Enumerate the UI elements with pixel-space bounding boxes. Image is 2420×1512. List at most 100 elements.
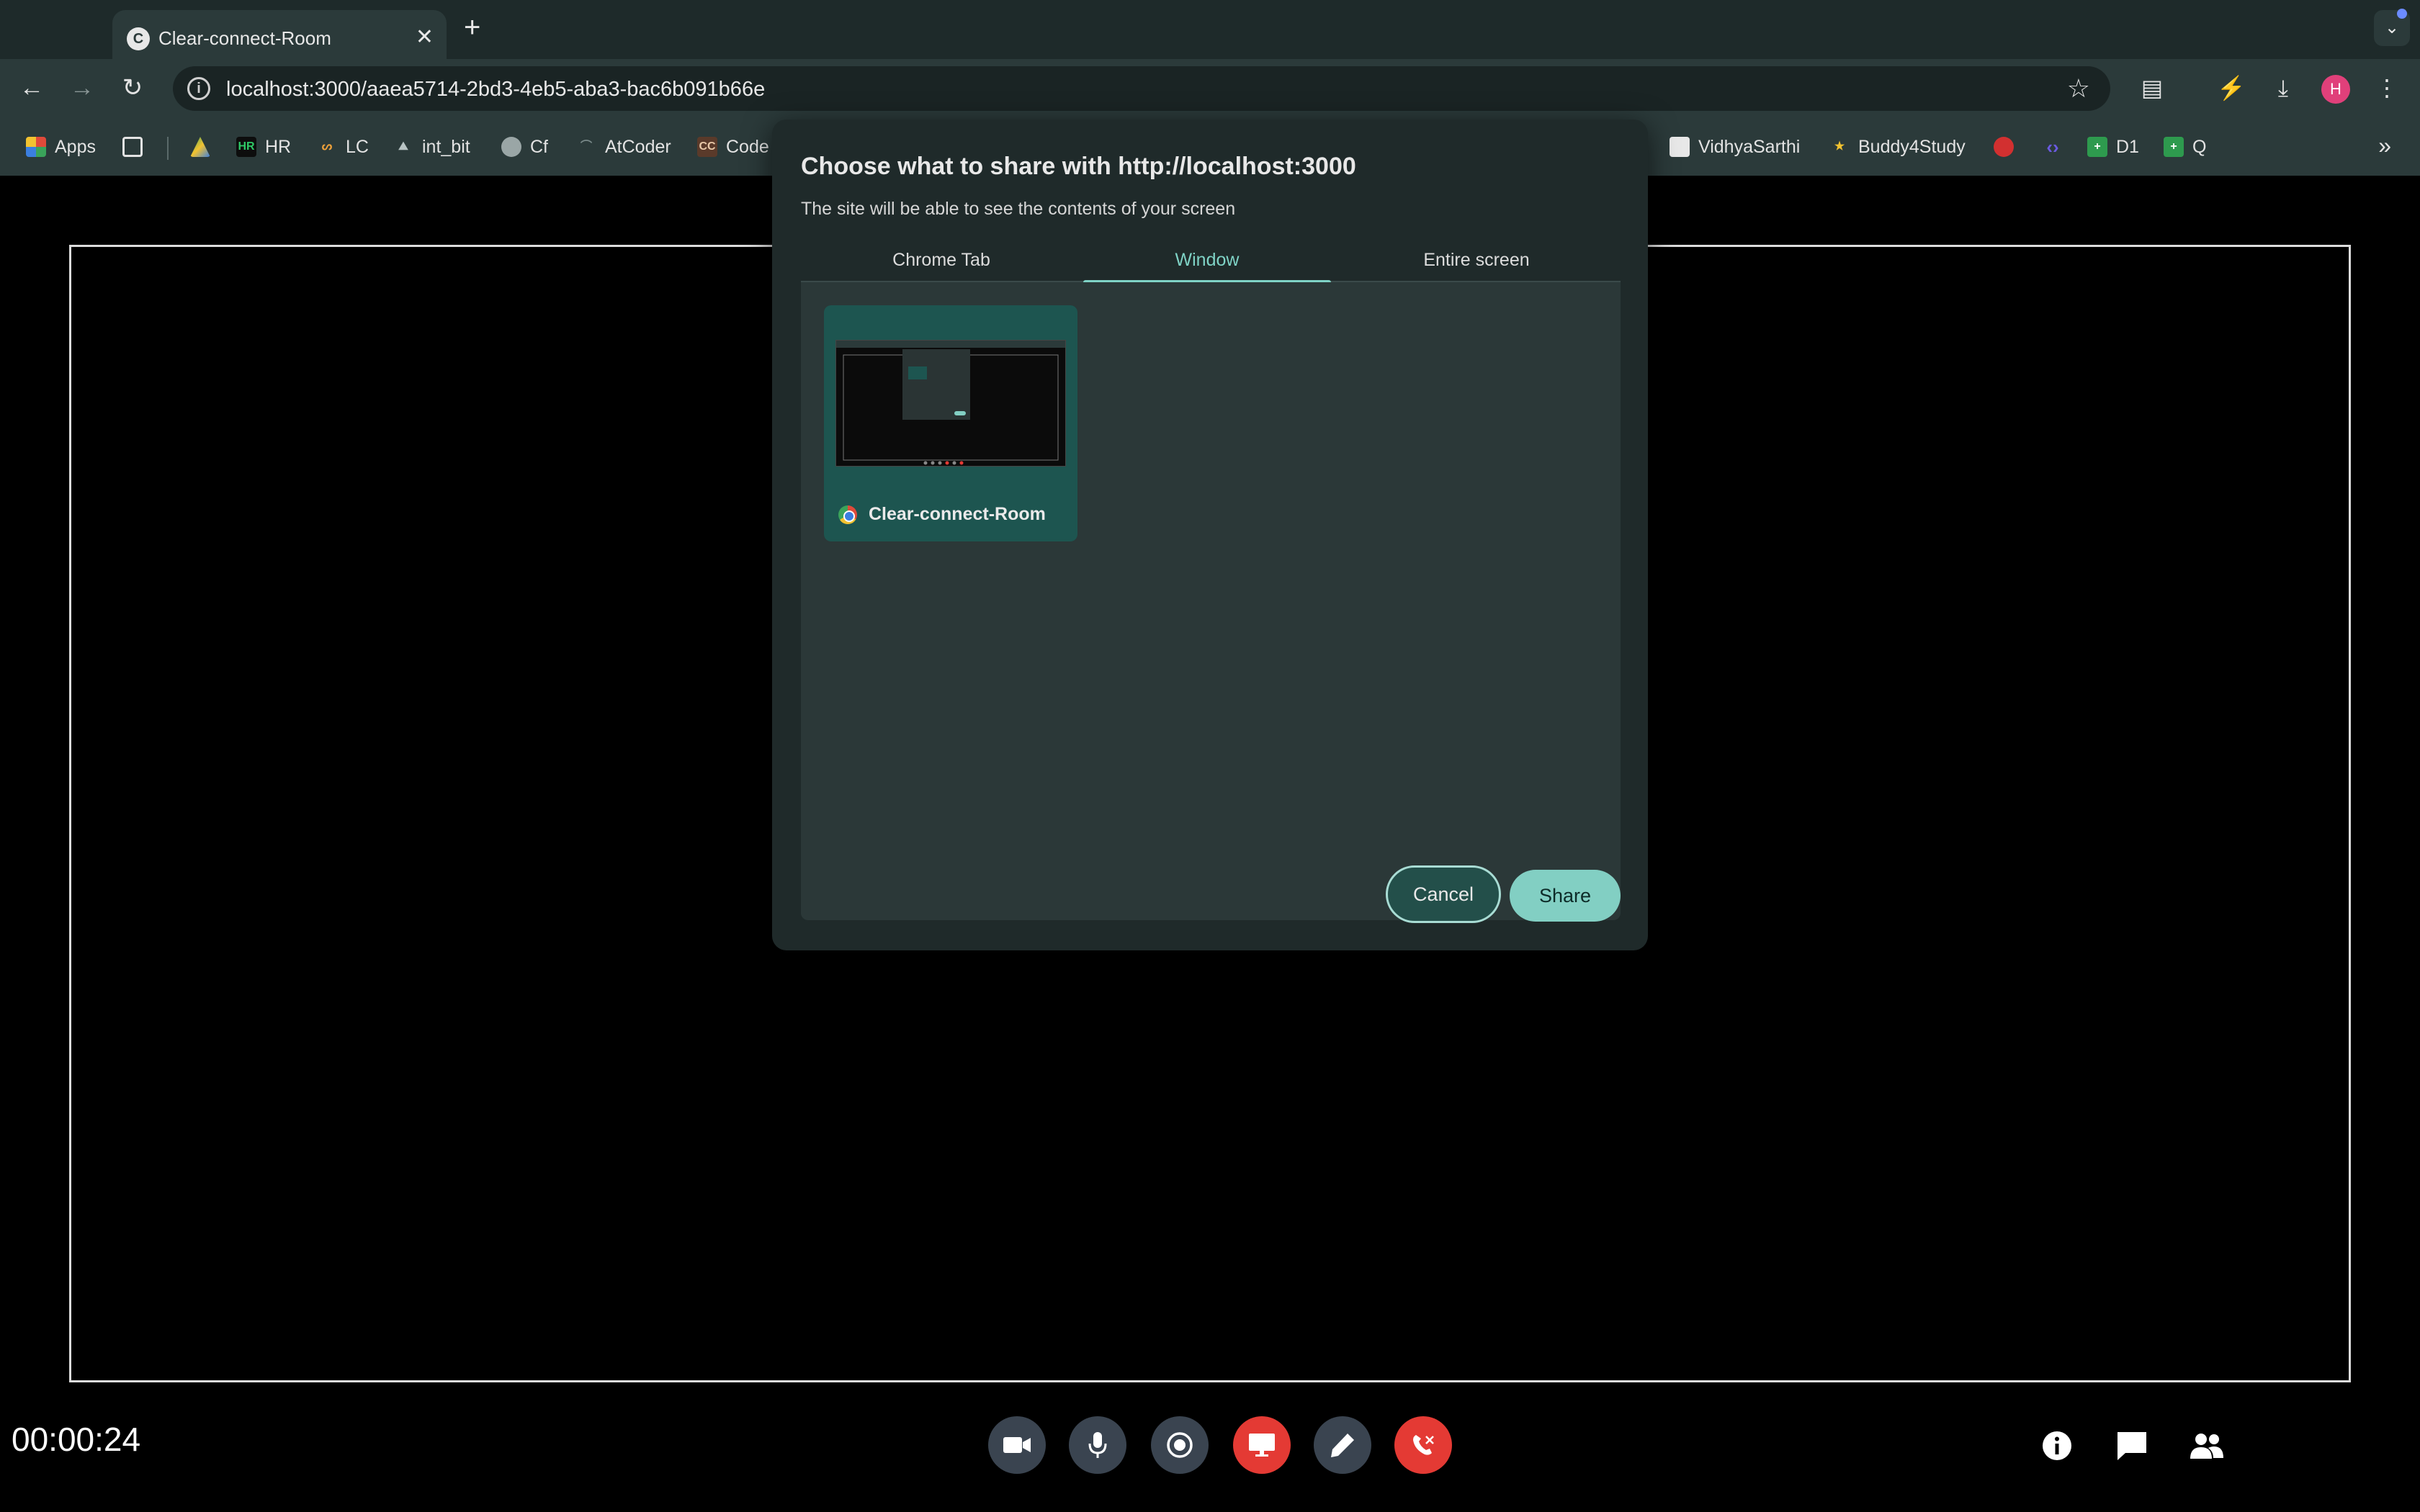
- red-site-icon: [1994, 137, 2014, 157]
- tab-search-button[interactable]: ⌄: [2374, 9, 2410, 46]
- forward-arrow-icon[interactable]: →: [65, 71, 99, 105]
- bookmark-q[interactable]: + Q: [2164, 132, 2206, 161]
- chrome-icon: [838, 505, 857, 524]
- microphone-button[interactable]: [1069, 1416, 1126, 1474]
- new-tab-button[interactable]: +: [464, 12, 480, 44]
- camera-icon: [1003, 1437, 1031, 1453]
- tab-chrome-tab[interactable]: Chrome Tab: [801, 242, 1082, 282]
- microphone-icon: [1088, 1432, 1107, 1458]
- browser-tab[interactable]: C Clear-connect-Room ✕: [112, 10, 447, 59]
- code-brackets-icon: ‹›: [2046, 136, 2059, 158]
- preview-image: [836, 341, 1065, 465]
- download-icon[interactable]: ⤓: [2266, 71, 2300, 105]
- bookmark-code-brackets[interactable]: ‹›: [2043, 132, 2071, 161]
- window-preview-thumbnail: [835, 340, 1066, 467]
- participants-icon: [2190, 1434, 2223, 1459]
- share-screen-dialog: Choose what to share with http://localho…: [772, 120, 1648, 950]
- bookmark-label: AtCoder: [605, 136, 671, 157]
- notification-dot: [2397, 9, 2407, 19]
- bookmark-star-icon[interactable]: ☆: [2067, 73, 2090, 104]
- cancel-button[interactable]: Cancel: [1386, 865, 1501, 923]
- bookmark-int-bit[interactable]: ⛰ int_bit: [393, 132, 470, 161]
- sheets-icon: +: [2164, 137, 2184, 157]
- browser-tab-strip: C Clear-connect-Room ✕ + ⌄: [0, 0, 2420, 59]
- bookmark-label: VidhyaSarthi: [1698, 136, 1801, 157]
- bookmark-atcoder[interactable]: ⌒ AtCoder: [576, 132, 671, 161]
- codechef-icon: CC: [697, 137, 717, 157]
- bookmark-lc[interactable]: ᔕ LC: [317, 132, 369, 161]
- profile-avatar[interactable]: H: [2321, 75, 2350, 104]
- bookmark-label: LC: [346, 136, 369, 157]
- atcoder-icon: ⌒: [580, 140, 592, 153]
- participants-button[interactable]: [2188, 1427, 2226, 1464]
- pen-icon: [1331, 1434, 1354, 1457]
- call-timer: 00:00:24: [12, 1421, 141, 1458]
- bookmark-red[interactable]: [1994, 132, 2022, 161]
- bookmark-apps[interactable]: Apps: [26, 132, 96, 161]
- bookmark-grid-button[interactable]: [122, 132, 151, 161]
- url-text[interactable]: localhost:3000/aaea5714-2bd3-4eb5-aba3-b…: [226, 78, 765, 102]
- bookmark-label: Code: [726, 136, 769, 157]
- dialog-subtitle: The site will be able to see the content…: [801, 199, 1236, 219]
- extension-icon[interactable]: ⚡: [2214, 71, 2249, 105]
- window-source-title: Clear-connect-Room: [869, 504, 1046, 524]
- leetcode-icon: ᔕ: [321, 140, 333, 153]
- info-button[interactable]: [2038, 1427, 2076, 1464]
- site-info-icon[interactable]: i: [187, 77, 210, 100]
- end-call-icon: [1413, 1435, 1434, 1455]
- bookmark-cf[interactable]: Cf: [501, 132, 548, 161]
- bookmark-label: D1: [2116, 136, 2139, 157]
- window-source-item[interactable]: Clear-connect-Room: [824, 305, 1077, 541]
- camera-button[interactable]: [988, 1416, 1046, 1474]
- bookmark-buddy4study[interactable]: ★ Buddy4Study: [1829, 132, 1966, 161]
- close-tab-icon[interactable]: ✕: [416, 24, 434, 50]
- tab-window[interactable]: Window: [1083, 242, 1331, 284]
- share-button[interactable]: Share: [1510, 870, 1621, 922]
- reading-list-icon[interactable]: ▤: [2135, 71, 2169, 105]
- whiteboard-button[interactable]: [1314, 1416, 1371, 1474]
- mountain-icon: ⛰: [398, 140, 408, 153]
- bookmark-drive[interactable]: [190, 132, 219, 161]
- hackerrank-icon: HR: [236, 137, 256, 157]
- bookmark-hr[interactable]: HR HR: [236, 132, 291, 161]
- bookmark-label: Q: [2192, 136, 2207, 157]
- tab-title: Clear-connect-Room: [158, 27, 331, 49]
- menu-kebab-icon[interactable]: ⋮: [2370, 71, 2404, 105]
- globe-icon: [501, 137, 521, 157]
- drive-icon: [190, 137, 210, 157]
- sheets-icon: +: [2087, 137, 2107, 157]
- chat-button[interactable]: [2113, 1427, 2151, 1464]
- apps-grid-icon: [26, 137, 46, 157]
- record-icon: [1167, 1432, 1193, 1458]
- record-button[interactable]: [1151, 1416, 1209, 1474]
- bookmark-label: Cf: [530, 136, 548, 157]
- star-icon: ★: [1834, 140, 1845, 153]
- bookmark-code[interactable]: CC Code: [697, 132, 769, 161]
- site-favicon-icon: C: [127, 27, 150, 50]
- bookmarks-divider: [167, 137, 169, 160]
- share-source-tabs: Chrome Tab Window Entire screen: [801, 242, 1621, 284]
- browser-toolbar: ← → ↻ i localhost:3000/aaea5714-2bd3-4eb…: [0, 59, 2420, 117]
- vidhyasarthi-icon: [1670, 137, 1690, 157]
- chat-icon: [2118, 1432, 2146, 1460]
- tab-entire-screen[interactable]: Entire screen: [1332, 242, 1621, 282]
- bookmark-label: int_bit: [422, 136, 470, 157]
- bookmark-d1[interactable]: + D1: [2087, 132, 2139, 161]
- screen-share-button[interactable]: [1233, 1416, 1291, 1474]
- address-bar[interactable]: i localhost:3000/aaea5714-2bd3-4eb5-aba3…: [173, 66, 2110, 111]
- more-bookmarks-icon[interactable]: »: [2378, 132, 2391, 159]
- end-call-button[interactable]: [1394, 1416, 1452, 1474]
- info-icon: [2043, 1431, 2071, 1460]
- bookmark-label: Buddy4Study: [1858, 136, 1966, 157]
- dialog-title: Choose what to share with http://localho…: [801, 153, 1356, 180]
- bookmark-label: HR: [265, 136, 292, 157]
- window-source-label: Clear-connect-Room: [838, 504, 1046, 525]
- bookmark-label: Apps: [55, 136, 96, 157]
- bookmark-vidhyasarthi[interactable]: VidhyaSarthi: [1670, 132, 1800, 161]
- reload-icon[interactable]: ↻: [115, 71, 150, 105]
- back-arrow-icon[interactable]: ←: [14, 71, 49, 105]
- chevron-down-icon: ⌄: [2384, 18, 2400, 37]
- grid-icon: [122, 137, 143, 157]
- source-list-panel: Clear-connect-Room: [801, 282, 1621, 920]
- screen-share-icon: [1249, 1434, 1275, 1457]
